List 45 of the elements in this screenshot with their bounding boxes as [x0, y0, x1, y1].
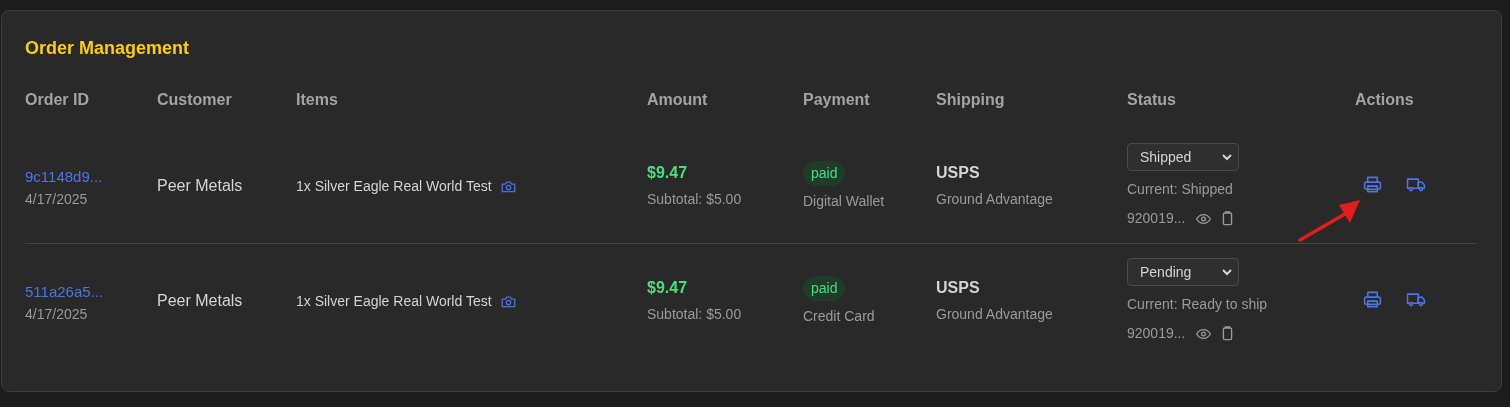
- payment-method: Digital Wallet: [803, 191, 885, 211]
- customer-name: Peer Metals: [157, 176, 243, 196]
- column-header: Actions: [1355, 91, 1414, 108]
- column-header: Payment: [803, 91, 870, 108]
- current-status: Current: Ready to ship: [1127, 295, 1268, 314]
- amount: $9.47: [647, 278, 688, 298]
- printer-icon[interactable]: [1363, 174, 1382, 194]
- eye-icon[interactable]: [1196, 327, 1212, 340]
- column-header: Customer: [157, 91, 232, 108]
- subtotal: Subtotal: $5.00: [647, 190, 742, 209]
- tracking-number: 920019...: [1127, 209, 1186, 228]
- payment-method: Credit Card: [803, 306, 875, 326]
- eye-icon[interactable]: [1196, 212, 1212, 225]
- order-date: 4/17/2025: [25, 304, 88, 324]
- column-header: Order ID: [25, 91, 89, 108]
- status-dropdown[interactable]: Shipped: [1127, 143, 1239, 171]
- printer-icon[interactable]: [1363, 289, 1382, 309]
- column-header: Amount: [647, 91, 708, 108]
- subtotal: Subtotal: $5.00: [647, 305, 742, 324]
- status-dropdown[interactable]: Pending: [1127, 258, 1239, 286]
- truck-icon[interactable]: [1406, 175, 1426, 193]
- camera-icon[interactable]: [500, 294, 516, 308]
- carrier: USPS: [936, 163, 980, 183]
- truck-icon[interactable]: [1406, 290, 1426, 308]
- amount: $9.47: [647, 163, 688, 183]
- shipping-service: Ground Advantage: [936, 190, 1053, 209]
- chevron-down-icon: [1222, 268, 1232, 276]
- clipboard-icon[interactable]: [1222, 211, 1234, 226]
- payment-badge: paid: [803, 275, 846, 301]
- customer-name: Peer Metals: [157, 291, 243, 311]
- carrier: USPS: [936, 278, 980, 298]
- column-header: Items: [296, 91, 338, 108]
- tracking-number: 920019...: [1127, 324, 1186, 343]
- camera-icon[interactable]: [500, 179, 516, 193]
- shipping-service: Ground Advantage: [936, 305, 1053, 324]
- chevron-down-icon: [1222, 153, 1232, 161]
- column-header: Shipping: [936, 91, 1005, 108]
- item-name: 1x Silver Eagle Real World Test: [296, 176, 492, 196]
- column-header: Status: [1127, 91, 1176, 108]
- order-date: 4/17/2025: [25, 189, 88, 209]
- item-name: 1x Silver Eagle Real World Test: [296, 291, 492, 311]
- payment-badge: paid: [803, 160, 846, 186]
- clipboard-icon[interactable]: [1222, 326, 1234, 341]
- panel-title: Order Management: [25, 37, 190, 60]
- current-status: Current: Shipped: [1127, 180, 1233, 199]
